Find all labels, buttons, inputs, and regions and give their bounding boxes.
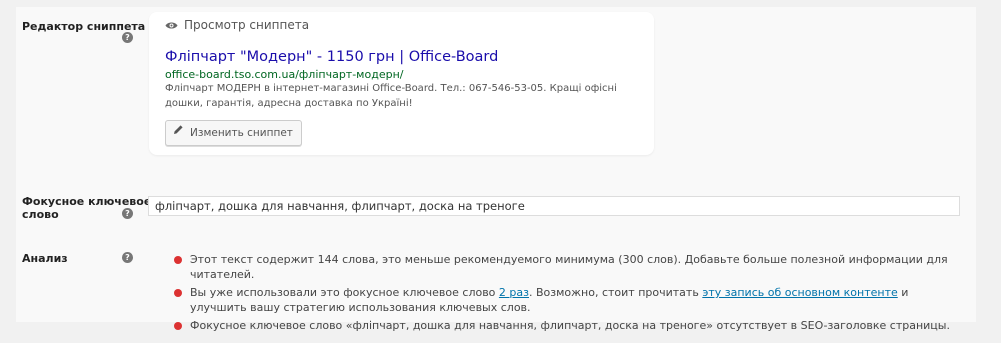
edit-snippet-label: Изменить сниппет	[190, 127, 293, 139]
focus-keyword-label-line1: Фокусное ключевое	[22, 195, 152, 208]
edit-snippet-button[interactable]: Изменить сниппет	[165, 120, 302, 146]
status-bad-icon	[174, 322, 182, 330]
status-bad-icon	[174, 256, 182, 264]
snippet-preview-heading: Просмотр сниппета	[165, 18, 309, 33]
analysis-list: Этот текст содержит 144 слова, это меньш…	[174, 252, 964, 336]
preview-heading-text: Просмотр сниппета	[184, 18, 310, 32]
cornerstone-article-link[interactable]: эту запись об основном контенте	[702, 286, 897, 299]
keyword-usage-link[interactable]: 2 раз	[499, 286, 529, 299]
question-icon[interactable]: ?	[122, 208, 133, 219]
analysis-item-text: Этот текст содержит 144 слова, это меньш…	[190, 253, 948, 281]
question-icon[interactable]: ?	[122, 252, 133, 263]
analysis-label: Анализ	[22, 252, 68, 265]
analysis-item-text-middle: . Возможно, стоит прочитать	[529, 286, 703, 299]
snippet-url: office-board.tso.com.ua/фліпчарт-модерн/	[165, 68, 404, 81]
analysis-item: Этот текст содержит 144 слова, это меньш…	[174, 252, 964, 282]
analysis-item-text-before: Вы уже использовали это фокусное ключево…	[190, 286, 499, 299]
question-icon[interactable]: ?	[122, 32, 133, 43]
snippet-preview-card: Просмотр сниппета Фліпчарт "Модерн" - 11…	[149, 12, 654, 155]
focus-keyword-input[interactable]: фліпчарт, дошка для навчання, флипчарт, …	[148, 196, 960, 216]
pencil-icon	[173, 120, 184, 144]
snippet-description: Фліпчарт МОДЕРН в інтернет-магазині Offi…	[165, 83, 617, 109]
status-bad-icon	[174, 289, 182, 297]
analysis-item: Вы уже использовали это фокусное ключево…	[174, 285, 964, 315]
eye-icon	[165, 19, 178, 33]
focus-keyword-label: Фокусное ключевое слово	[22, 195, 151, 221]
snippet-title[interactable]: Фліпчарт "Модерн" - 1150 грн | Office-Bo…	[165, 49, 498, 65]
analysis-item-text: Фокусное ключевое слово «фліпчарт, дошка…	[190, 319, 950, 332]
analysis-item: Фокусное ключевое слово «фліпчарт, дошка…	[174, 318, 964, 333]
